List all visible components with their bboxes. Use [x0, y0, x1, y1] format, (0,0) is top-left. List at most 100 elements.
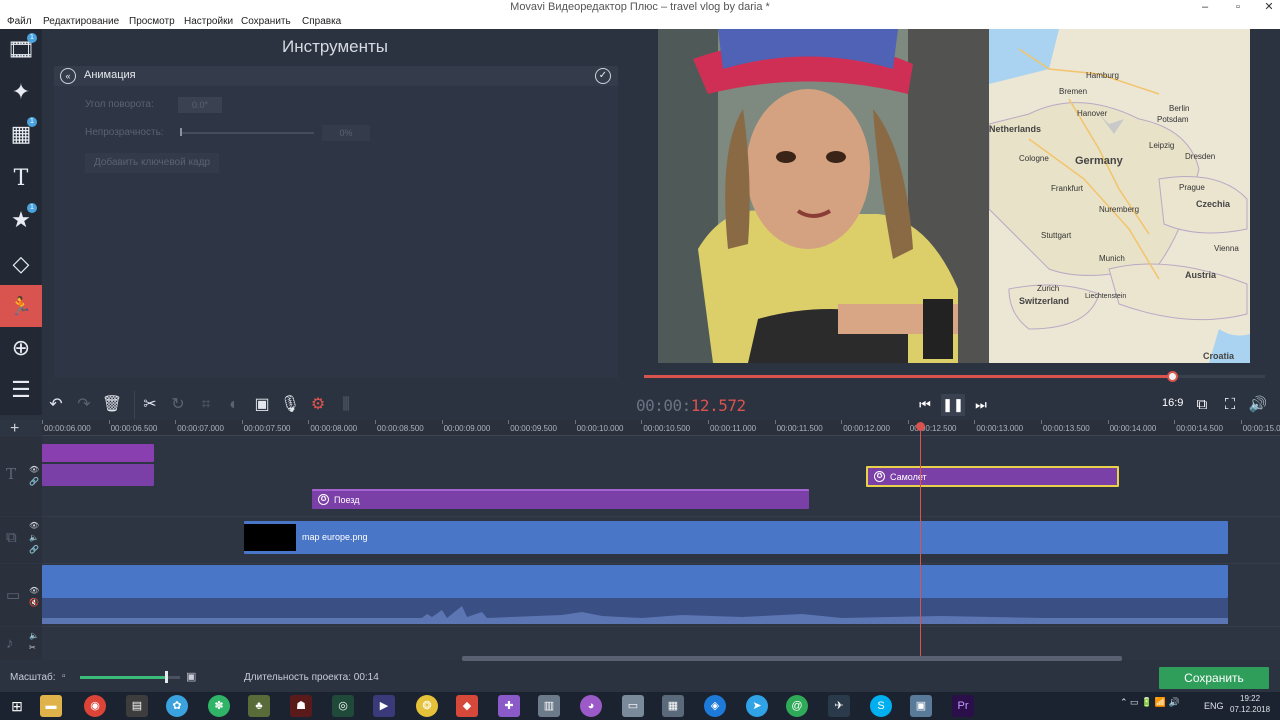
color-adjust-icon[interactable]: ◐ — [222, 393, 246, 417]
clock-date[interactable]: 07.12.2018 — [1230, 705, 1270, 714]
crop-icon[interactable]: ⌗ — [194, 393, 218, 417]
rotation-input[interactable]: 0.0° — [178, 97, 222, 113]
app-icon[interactable]: ◕ — [580, 695, 602, 717]
app-icon[interactable]: ▤ — [126, 695, 148, 717]
audio-volume-icon[interactable]: 🔈 — [29, 631, 39, 640]
more-menu-icon[interactable]: ☰ — [0, 369, 42, 411]
undo-icon[interactable]: ↶ — [44, 393, 68, 417]
title-clip[interactable] — [42, 464, 154, 486]
visibility-eye-icon[interactable]: 👁 — [29, 521, 39, 530]
app-icon[interactable]: ▭ — [622, 695, 644, 717]
file-explorer-icon[interactable]: ▬ — [40, 695, 62, 717]
muted-icon[interactable]: 🔇 — [29, 598, 39, 607]
clip-thumbnail — [244, 524, 296, 551]
menu-view[interactable]: Просмотр — [129, 16, 175, 27]
link-icon[interactable]: 🔗 — [29, 477, 39, 486]
close-button[interactable]: ✕ — [1258, 0, 1280, 15]
chrome-icon[interactable]: ◉ — [84, 695, 106, 717]
map-overlay-clip[interactable]: map europe.png — [244, 521, 1228, 554]
map-label-austria: Austria — [1185, 270, 1217, 280]
pause-button[interactable]: ❚❚ — [941, 394, 965, 416]
add-track-icon[interactable]: + — [10, 420, 19, 438]
opacity-slider[interactable] — [180, 132, 314, 134]
ruler-tick-mark — [641, 420, 643, 424]
previous-frame-button[interactable]: ⏮ — [913, 394, 937, 416]
settings-icon[interactable]: ⚙ — [306, 393, 330, 417]
clock-time[interactable]: 19:22 — [1240, 694, 1260, 703]
playhead-handle[interactable] — [916, 422, 925, 431]
minimize-button[interactable]: – — [1194, 0, 1216, 15]
aspect-ratio-button[interactable]: 16:9 — [1162, 397, 1183, 409]
zoom-in-icon[interactable]: ▣ — [186, 670, 196, 683]
fullscreen-icon[interactable]: ⛶ — [1219, 394, 1241, 416]
app-icon[interactable]: ✈ — [828, 695, 850, 717]
zoom-slider-handle[interactable] — [165, 671, 168, 683]
language-indicator[interactable]: ENG — [1204, 701, 1224, 711]
cut-icon[interactable]: ✂ — [138, 393, 162, 417]
add-keyframe-button[interactable]: Добавить ключевой кадр — [85, 153, 219, 173]
opacity-value[interactable]: 0% — [322, 125, 370, 141]
app-icon[interactable]: ✚ — [498, 695, 520, 717]
app-icon[interactable]: ▥ — [538, 695, 560, 717]
title-clip[interactable] — [42, 444, 154, 462]
zoom-icon[interactable]: ⊕ — [0, 327, 42, 369]
app-icon[interactable]: ✿ — [166, 695, 188, 717]
app-icon[interactable]: ▣ — [910, 695, 932, 717]
menu-help[interactable]: Справка — [302, 16, 341, 27]
audio-link-icon[interactable]: ✂ — [29, 643, 36, 652]
volume-icon[interactable]: 🔊 — [1247, 394, 1269, 416]
movavi-taskbar-icon[interactable]: ▶ — [373, 695, 395, 717]
microphone-icon[interactable]: 🎙 — [278, 393, 302, 417]
zoom-out-icon[interactable]: ▫ — [62, 671, 66, 682]
menu-file[interactable]: Файл — [7, 16, 32, 27]
progress-knob[interactable] — [1166, 371, 1178, 382]
time-ruler[interactable]: 00:00:06.000 00:00:06.500 00:00:07.000 00:0… — [42, 420, 1280, 436]
transitions-icon[interactable]: ◇ — [0, 243, 42, 285]
telegram-icon[interactable]: ➤ — [746, 695, 768, 717]
filters-icon[interactable]: ▦ 1 — [0, 113, 42, 155]
menu-save[interactable]: Сохранить — [241, 16, 291, 27]
equalizer-icon[interactable]: ⫼ — [334, 393, 358, 417]
video-import-icon[interactable]: 🎞 1 — [0, 29, 42, 71]
tray-icons[interactable]: ⌃ ▭ 🔋 📶 🔊 — [1120, 697, 1180, 708]
train-title-clip[interactable]: ✪ Поезд — [312, 489, 809, 509]
magic-wand-icon[interactable]: ✦ — [0, 71, 42, 113]
rotate-icon[interactable]: ↻ — [166, 393, 190, 417]
app-icon[interactable]: ◎ — [332, 695, 354, 717]
titles-icon[interactable]: T — [0, 157, 42, 199]
next-frame-button[interactable]: ⏭ — [969, 394, 993, 416]
menu-edit[interactable]: Редактирование — [43, 16, 119, 27]
plane-title-clip[interactable]: ✪ Самолет — [866, 466, 1119, 487]
opacity-slider-handle[interactable] — [180, 128, 182, 136]
app-icon[interactable]: ◈ — [704, 695, 726, 717]
back-icon[interactable]: « — [60, 68, 76, 84]
skype-icon[interactable]: S — [870, 695, 892, 717]
playhead[interactable] — [916, 422, 925, 658]
image-icon[interactable]: ▣ — [250, 393, 274, 417]
app-icon[interactable]: ❂ — [416, 695, 438, 717]
visibility-eye-icon[interactable]: 👁 — [29, 465, 39, 474]
app-icon[interactable]: ◆ — [456, 695, 478, 717]
mute-icon[interactable]: 🔈 — [29, 533, 39, 542]
menu-settings[interactable]: Настройки — [184, 16, 233, 27]
app-icon[interactable]: ☗ — [290, 695, 312, 717]
premiere-icon[interactable]: Pr — [952, 695, 974, 717]
app-icon[interactable]: ♣ — [248, 695, 270, 717]
preview-progress-bar[interactable] — [644, 371, 1265, 382]
apply-check-icon[interactable]: ✓ — [595, 68, 611, 84]
stickers-icon[interactable]: ★ 1 — [0, 199, 42, 241]
redo-icon[interactable]: ↷ — [72, 393, 96, 417]
popout-preview-icon[interactable]: ⧉ — [1191, 394, 1213, 416]
visibility-eye-icon[interactable]: 👁 — [29, 586, 39, 595]
save-button[interactable]: Сохранить — [1159, 667, 1269, 689]
maximize-button[interactable]: ▫ — [1227, 0, 1249, 15]
app-icon[interactable]: ▦ — [662, 695, 684, 717]
delete-icon[interactable]: 🗑 — [100, 393, 124, 417]
app-icon[interactable]: ✽ — [208, 695, 230, 717]
main-video-clip[interactable] — [42, 565, 1228, 598]
windows-start-icon[interactable]: ⊞ — [6, 695, 28, 717]
link-icon[interactable]: 🔗 — [29, 545, 39, 554]
app-icon[interactable]: @ — [786, 695, 808, 717]
animation-icon[interactable]: 🏃 — [0, 285, 42, 327]
timeline-scrollbar[interactable] — [462, 656, 1122, 661]
